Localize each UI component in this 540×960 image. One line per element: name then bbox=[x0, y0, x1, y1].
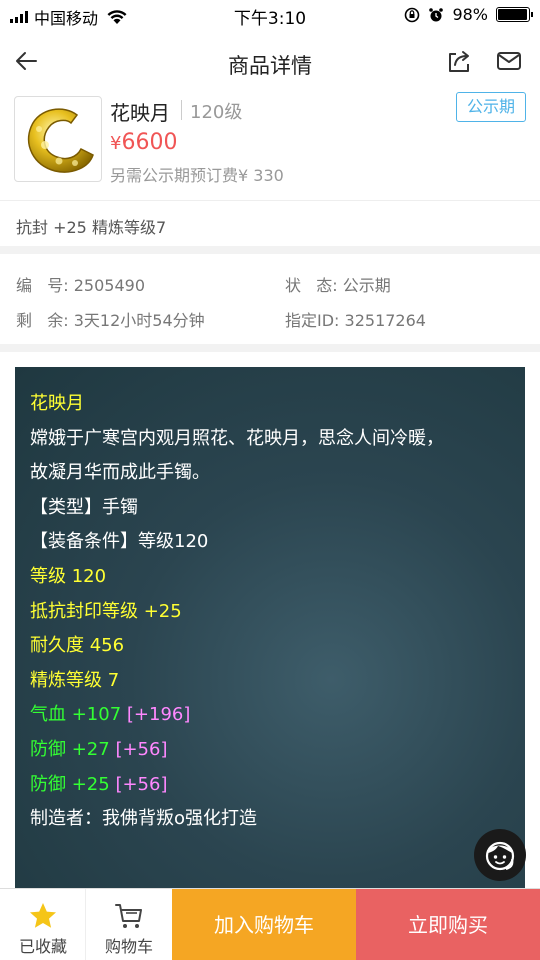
item-description-panel: 花映月 嫦娥于广寒宫内观月照花、花映月，思念人间冷暖， 故凝月华而成此手镯。 【… bbox=[15, 367, 525, 888]
hp-bonus: [+196] bbox=[126, 704, 191, 726]
buy-now-button[interactable]: 立即购买 bbox=[356, 889, 540, 960]
defense-base: 防御 +25 bbox=[30, 773, 116, 795]
nav-bar: 商品详情 bbox=[0, 30, 540, 92]
desc-level: 等级 120 bbox=[30, 565, 107, 587]
section-divider bbox=[0, 344, 540, 352]
desc-requirement: 【装备条件】等级120 bbox=[30, 531, 209, 553]
defense-bonus: [+56] bbox=[115, 738, 168, 760]
info-remaining: 剩 余: 3天12小时54分钟 bbox=[16, 307, 205, 331]
desc-durability: 耐久度 456 bbox=[30, 635, 125, 657]
info-id-label: 指定ID: bbox=[285, 311, 345, 330]
battery-icon bbox=[496, 7, 533, 22]
customer-service-button[interactable] bbox=[474, 829, 526, 881]
desc-story: 嫦娥于广寒宫内观月照花、花映月，思念人间冷暖， bbox=[30, 427, 444, 449]
reservation-fee: 另需公示期预订费¥ 330 bbox=[110, 166, 284, 185]
price-value: 6600 bbox=[121, 130, 178, 155]
info-status-label: 状 态: bbox=[285, 276, 343, 295]
info-id: 指定ID: 32517264 bbox=[285, 307, 426, 331]
product-header: 花映月 120级 公示期 ¥6600 另需公示期预订费¥ 330 bbox=[0, 92, 540, 200]
rotation-lock-icon bbox=[405, 7, 420, 22]
product-level: 120级 bbox=[190, 102, 243, 123]
cart-label: 购物车 bbox=[104, 937, 153, 956]
status-right: 98% bbox=[404, 5, 533, 24]
cart-button[interactable]: 购物车 bbox=[86, 889, 172, 960]
product-name: 花映月 bbox=[110, 101, 170, 125]
shopping-cart-icon bbox=[115, 904, 142, 928]
desc-defense: 防御 +27 [+56] bbox=[30, 733, 525, 768]
hp-base: 气血 +107 bbox=[30, 704, 127, 726]
product-attributes: 抗封 +25 精炼等级7 bbox=[0, 200, 540, 246]
price-currency: ¥ bbox=[110, 133, 122, 154]
defense-bonus: [+56] bbox=[115, 773, 168, 795]
desc-maker: 制造者：我佛背叛o强化打造 bbox=[30, 808, 258, 830]
favorite-button[interactable]: 已收藏 bbox=[0, 889, 86, 960]
desc-story: 故凝月华而成此手镯。 bbox=[30, 462, 210, 484]
info-number: 编 号: 2505490 bbox=[16, 272, 145, 296]
status-bar: 中国移动 下午3:10 98% bbox=[0, 0, 540, 30]
star-icon bbox=[30, 903, 56, 928]
battery-percent: 98% bbox=[452, 5, 488, 24]
desc-hp: 气血 +107 [+196] bbox=[30, 698, 525, 733]
status-badge: 公示期 bbox=[456, 92, 526, 122]
mail-icon[interactable] bbox=[494, 46, 524, 76]
customer-service-icon bbox=[485, 841, 515, 871]
desc-refine: 精炼等级 7 bbox=[30, 669, 120, 691]
alarm-icon bbox=[429, 7, 444, 21]
info-status: 状 态: 公示期 bbox=[285, 272, 391, 296]
desc-defense: 防御 +25 [+56] bbox=[30, 768, 525, 803]
product-price: ¥6600 bbox=[110, 130, 177, 155]
defense-base: 防御 +27 bbox=[30, 738, 116, 760]
info-remaining-label: 剩 余: bbox=[16, 311, 74, 330]
info-number-label: 编 号: bbox=[16, 276, 74, 295]
product-thumbnail[interactable] bbox=[14, 96, 102, 182]
attr-text: 抗封 +25 精炼等级7 bbox=[16, 218, 167, 237]
info-remaining-value: 3天12小时54分钟 bbox=[73, 311, 205, 330]
info-status-value: 公示期 bbox=[342, 276, 391, 295]
section-divider bbox=[0, 246, 540, 254]
battery-fill bbox=[498, 9, 528, 20]
add-to-cart-button[interactable]: 加入购物车 bbox=[172, 889, 356, 960]
name-divider bbox=[181, 100, 182, 120]
info-grid: 编 号: 2505490 状 态: 公示期 剩 余: 3天12小时54分钟 指定… bbox=[0, 254, 540, 344]
bracelet-icon bbox=[27, 108, 94, 173]
favorite-label: 已收藏 bbox=[18, 937, 67, 956]
share-icon[interactable] bbox=[444, 46, 474, 76]
desc-type: 【类型】手镯 bbox=[30, 496, 138, 518]
bottom-action-bar: 已收藏 购物车 加入购物车 立即购买 bbox=[0, 888, 540, 960]
desc-resist: 抵抗封印等级 +25 bbox=[30, 600, 182, 622]
desc-title: 花映月 bbox=[30, 393, 84, 414]
info-number-value: 2505490 bbox=[73, 276, 146, 295]
info-id-value: 32517264 bbox=[344, 311, 426, 330]
